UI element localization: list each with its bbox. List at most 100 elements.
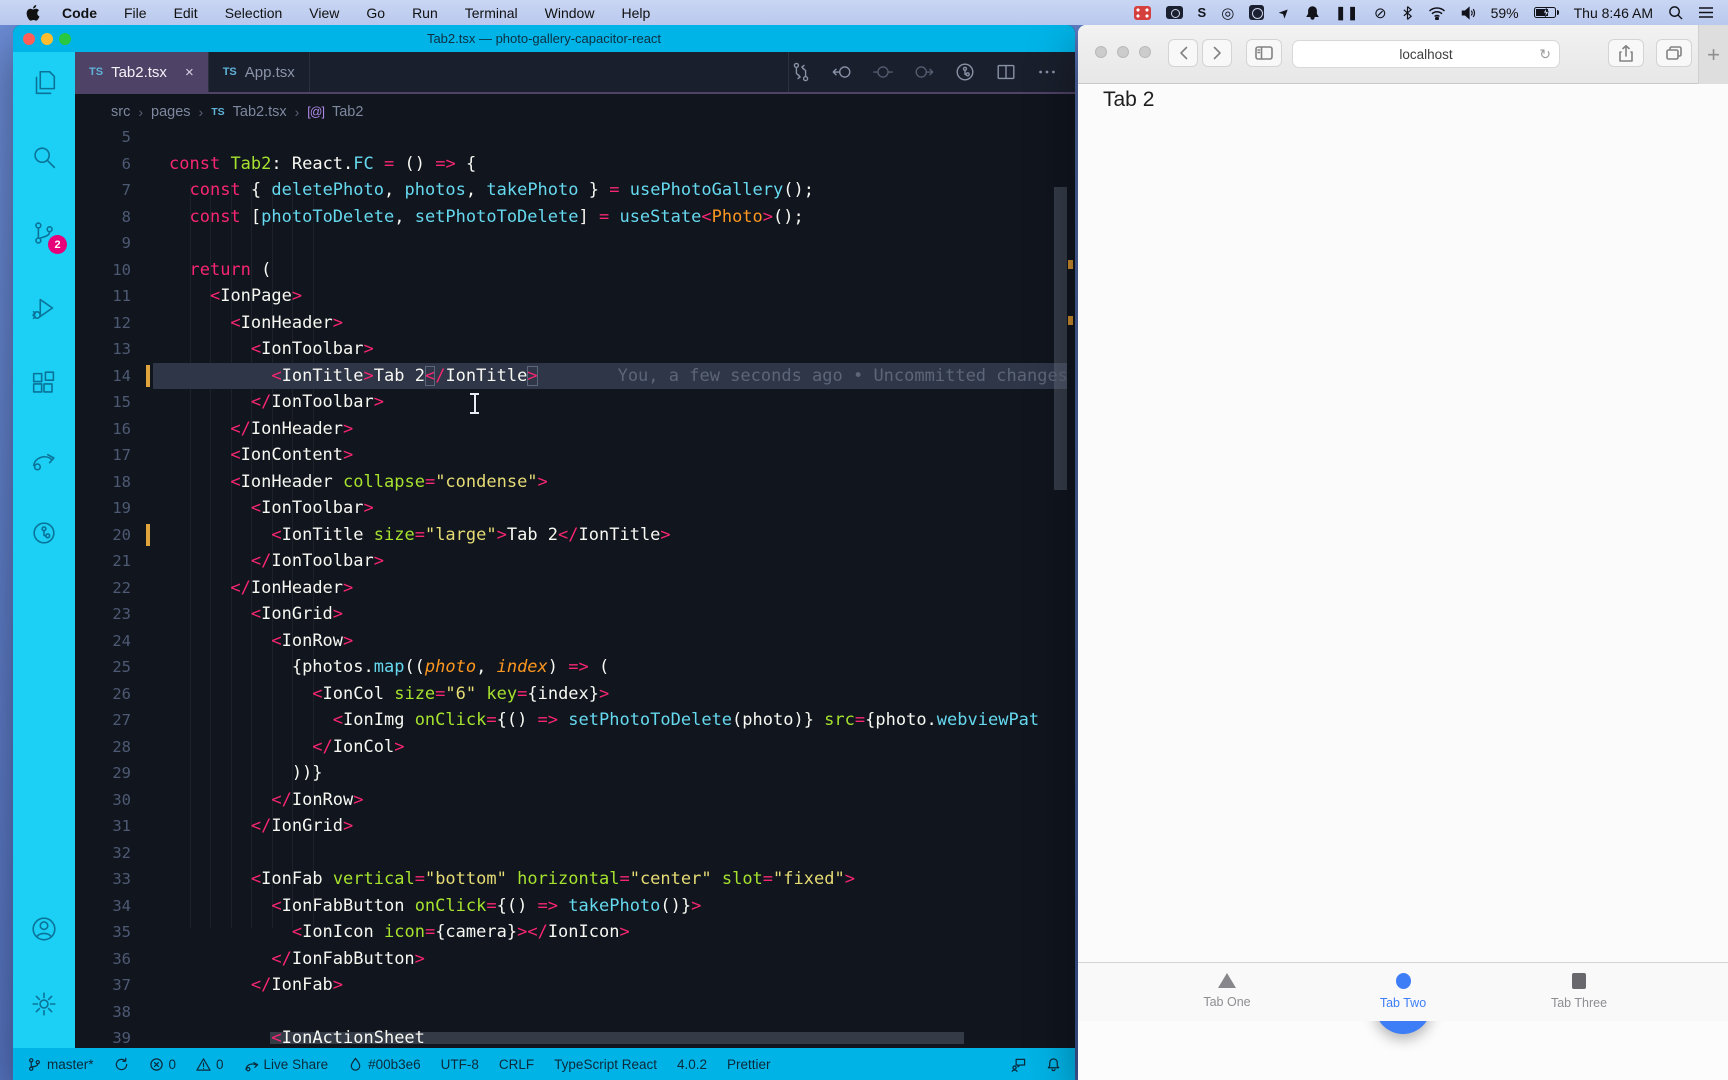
editor-tab-tab2.tsx[interactable]: TS Tab2.tsx × bbox=[75, 52, 208, 92]
code-line-24[interactable]: 24 <IonRow> bbox=[75, 628, 1075, 655]
activity-extensions-icon[interactable] bbox=[13, 352, 75, 414]
status-typescript-react[interactable]: TypeScript React bbox=[554, 1057, 657, 1072]
code-line-14[interactable]: 14 <IonTitle>Tab 2</IonTitle> You, a few … bbox=[75, 362, 1075, 389]
status-0[interactable]: 0 bbox=[196, 1057, 224, 1072]
code-line-23[interactable]: 23 <IonGrid> bbox=[75, 601, 1075, 628]
activity-source-control-icon[interactable]: 2 bbox=[13, 202, 75, 264]
activity-run-debug-icon[interactable] bbox=[13, 277, 75, 339]
close-window-button[interactable] bbox=[1095, 46, 1107, 58]
camera-icon[interactable] bbox=[1165, 6, 1183, 19]
screen-icon[interactable] bbox=[1249, 5, 1265, 20]
code-line-15[interactable]: 15 </IonToolbar> bbox=[75, 389, 1075, 416]
menu-item-selection[interactable]: Selection bbox=[225, 5, 283, 21]
status-feedback-icon[interactable] bbox=[1011, 1057, 1026, 1072]
share-button[interactable] bbox=[1608, 39, 1644, 67]
code-line-7[interactable]: 7 const { deletePhoto, photos, takePhoto… bbox=[75, 177, 1075, 204]
code-line-13[interactable]: 13 <IonToolbar> bbox=[75, 336, 1075, 363]
code-line-18[interactable]: 18 <IonHeader collapse="condense"> bbox=[75, 469, 1075, 496]
code-line-28[interactable]: 28 </IonCol> bbox=[75, 734, 1075, 761]
status-0[interactable]: 0 bbox=[149, 1057, 176, 1072]
menu-item-go[interactable]: Go bbox=[366, 5, 385, 21]
zoom-window-button[interactable] bbox=[1139, 46, 1151, 58]
rocket-icon[interactable]: ➤ bbox=[1275, 3, 1294, 22]
menu-item-edit[interactable]: Edit bbox=[174, 5, 198, 21]
status--00b3e6[interactable]: #00b3e6 bbox=[348, 1057, 421, 1072]
menu-item-file[interactable]: File bbox=[124, 5, 147, 21]
status-prettier[interactable]: Prettier bbox=[727, 1057, 771, 1072]
status-crlf[interactable]: CRLF bbox=[499, 1057, 534, 1072]
status-live-share[interactable]: Live Share bbox=[244, 1057, 328, 1072]
close-window-button[interactable] bbox=[23, 33, 35, 45]
back-button[interactable] bbox=[1168, 39, 1198, 67]
address-bar[interactable]: localhost ↻ bbox=[1292, 40, 1560, 68]
menu-item-view[interactable]: View bbox=[309, 5, 339, 21]
code-line-11[interactable]: 11 <IonPage> bbox=[75, 283, 1075, 310]
code-line-8[interactable]: 8 const [photoToDelete, setPhotoToDelete… bbox=[75, 204, 1075, 231]
nav-location-icon[interactable] bbox=[871, 60, 895, 84]
activity-account-icon[interactable] bbox=[13, 898, 75, 960]
minimize-window-button[interactable] bbox=[41, 33, 53, 45]
code-line-39[interactable]: 39 <IonActionSheet bbox=[75, 1025, 1075, 1048]
new-tab-button[interactable]: + bbox=[1698, 25, 1728, 84]
bell-icon[interactable] bbox=[1305, 5, 1320, 21]
apple-menu-icon[interactable] bbox=[26, 4, 40, 21]
status-sync-icon[interactable] bbox=[114, 1057, 129, 1072]
activity-explorer-icon[interactable] bbox=[13, 52, 75, 114]
control-center-icon[interactable] bbox=[1698, 5, 1714, 21]
close-tab-icon[interactable]: × bbox=[185, 64, 194, 81]
nav-back-icon[interactable] bbox=[830, 60, 854, 84]
code-line-26[interactable]: 26 <IonCol size="6" key={index}> bbox=[75, 681, 1075, 708]
git-compare-icon[interactable] bbox=[789, 60, 813, 84]
code-line-35[interactable]: 35 <IonIcon icon={camera}></IonIcon> bbox=[75, 919, 1075, 946]
menu-item-terminal[interactable]: Terminal bbox=[465, 5, 518, 21]
more-actions-icon[interactable] bbox=[1035, 60, 1059, 84]
code-line-25[interactable]: 25 {photos.map((photo, index) => ( bbox=[75, 654, 1075, 681]
minimize-window-button[interactable] bbox=[1117, 46, 1129, 58]
code-line-29[interactable]: 29 ))} bbox=[75, 760, 1075, 787]
menu-clock[interactable]: Thu 8:46 AM bbox=[1574, 5, 1653, 21]
code-line-22[interactable]: 22 </IonHeader> bbox=[75, 575, 1075, 602]
breadcrumb-pages[interactable]: pages bbox=[151, 104, 191, 120]
wifi-icon[interactable] bbox=[1428, 5, 1446, 21]
activity-settings-gear-icon[interactable] bbox=[13, 973, 75, 1035]
dnd-icon[interactable]: ⊘ bbox=[1374, 5, 1387, 22]
code-line-16[interactable]: 16 </IonHeader> bbox=[75, 416, 1075, 443]
sidebar-button[interactable] bbox=[1246, 39, 1282, 67]
code-line-21[interactable]: 21 </IonToolbar> bbox=[75, 548, 1075, 575]
status-bell-icon[interactable] bbox=[1046, 1057, 1061, 1072]
code-line-37[interactable]: 37 </IonFab> bbox=[75, 972, 1075, 999]
breadcrumb-symbol[interactable]: Tab2 bbox=[332, 104, 363, 120]
code-line-19[interactable]: 19 <IonToolbar> bbox=[75, 495, 1075, 522]
volume-icon[interactable] bbox=[1461, 5, 1476, 21]
code-line-20[interactable]: 20 <IonTitle size="large">Tab 2</IonTitl… bbox=[75, 522, 1075, 549]
film-icon[interactable] bbox=[1133, 5, 1151, 20]
code-line-36[interactable]: 36 </IonFabButton> bbox=[75, 946, 1075, 973]
tab-tab-one[interactable]: Tab One bbox=[1177, 963, 1277, 1021]
code-line-9[interactable]: 9 bbox=[75, 230, 1075, 257]
code-line-6[interactable]: 6 const Tab2: React.FC = () => { bbox=[75, 151, 1075, 178]
tab-tab-two[interactable]: Tab Two bbox=[1353, 963, 1453, 1021]
status-utf-8[interactable]: UTF-8 bbox=[441, 1057, 479, 1072]
code-line-10[interactable]: 10 return ( bbox=[75, 257, 1075, 284]
code-line-33[interactable]: 33 <IonFab vertical="bottom" horizontal=… bbox=[75, 866, 1075, 893]
status-master-[interactable]: master* bbox=[27, 1057, 94, 1072]
code-line-12[interactable]: 12 <IonHeader> bbox=[75, 310, 1075, 337]
code-line-31[interactable]: 31 </IonGrid> bbox=[75, 813, 1075, 840]
menu-item-run[interactable]: Run bbox=[412, 5, 438, 21]
gist-run-icon[interactable] bbox=[953, 60, 977, 84]
tab-tab-three[interactable]: Tab Three bbox=[1529, 963, 1629, 1021]
s-app-icon[interactable]: S bbox=[1198, 5, 1207, 21]
search-icon[interactable] bbox=[1668, 5, 1683, 21]
status-4-0-2[interactable]: 4.0.2 bbox=[677, 1057, 707, 1072]
menu-item-help[interactable]: Help bbox=[621, 5, 650, 21]
breadcrumb-src[interactable]: src bbox=[111, 104, 130, 120]
code-line-17[interactable]: 17 <IonContent> bbox=[75, 442, 1075, 469]
breadcrumb-file[interactable]: Tab2.tsx bbox=[233, 104, 287, 120]
split-editor-icon[interactable] bbox=[994, 60, 1018, 84]
activity-gist-icon[interactable] bbox=[13, 502, 75, 564]
activity-search-icon[interactable] bbox=[13, 127, 75, 189]
menu-item-window[interactable]: Window bbox=[545, 5, 595, 21]
forward-button[interactable] bbox=[1202, 39, 1232, 67]
code-line-30[interactable]: 30 </IonRow> bbox=[75, 787, 1075, 814]
record-icon[interactable]: ◎ bbox=[1221, 5, 1234, 22]
